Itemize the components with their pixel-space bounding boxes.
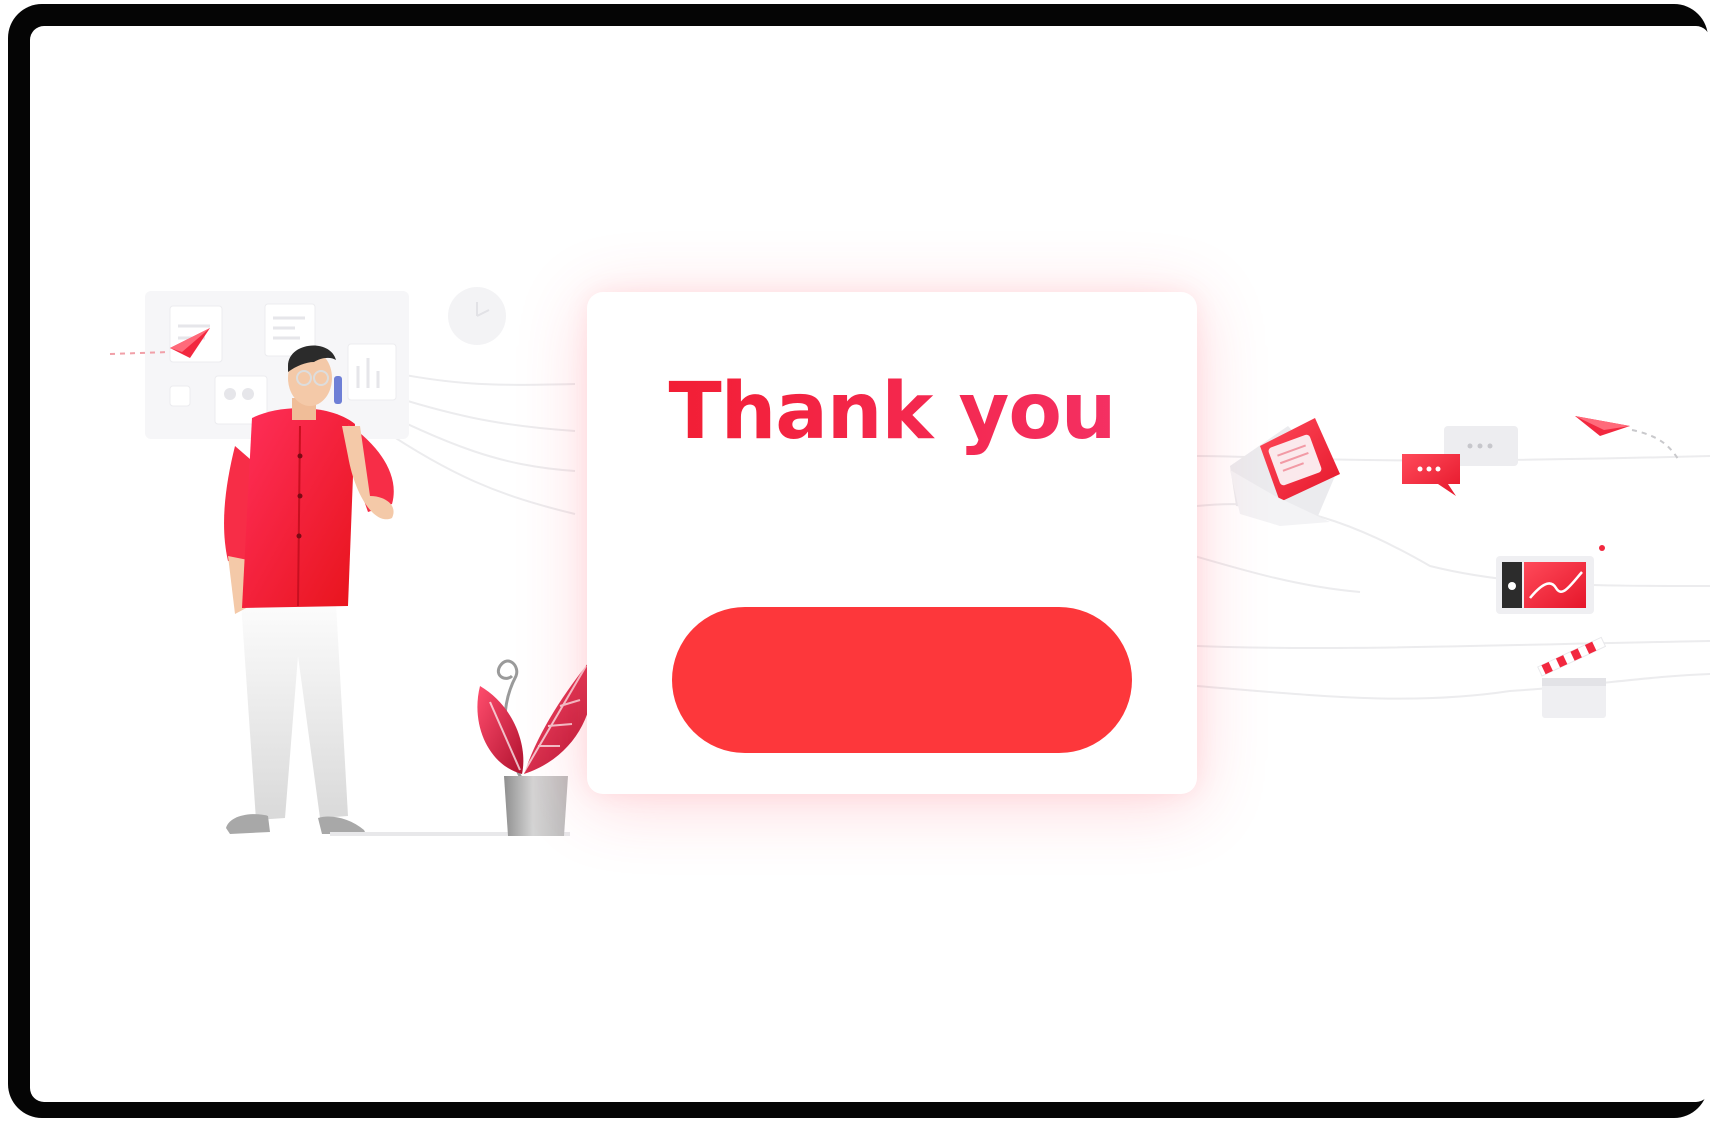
device-frame: Thank you (8, 4, 1710, 1118)
thank-you-card: Thank you (587, 292, 1197, 794)
tablet-chart-icon (1496, 545, 1605, 614)
screen: Thank you (30, 26, 1710, 1102)
primary-action-button[interactable] (672, 607, 1132, 753)
card-title: Thank you (587, 369, 1197, 456)
envelope-icon (1230, 418, 1340, 526)
chat-bubble-icon (1402, 426, 1518, 496)
clapperboard-icon (1537, 636, 1607, 718)
paper-plane-icon-right (1575, 416, 1681, 463)
potted-plant-illustration (477, 658, 594, 836)
clock-icon (448, 287, 506, 345)
